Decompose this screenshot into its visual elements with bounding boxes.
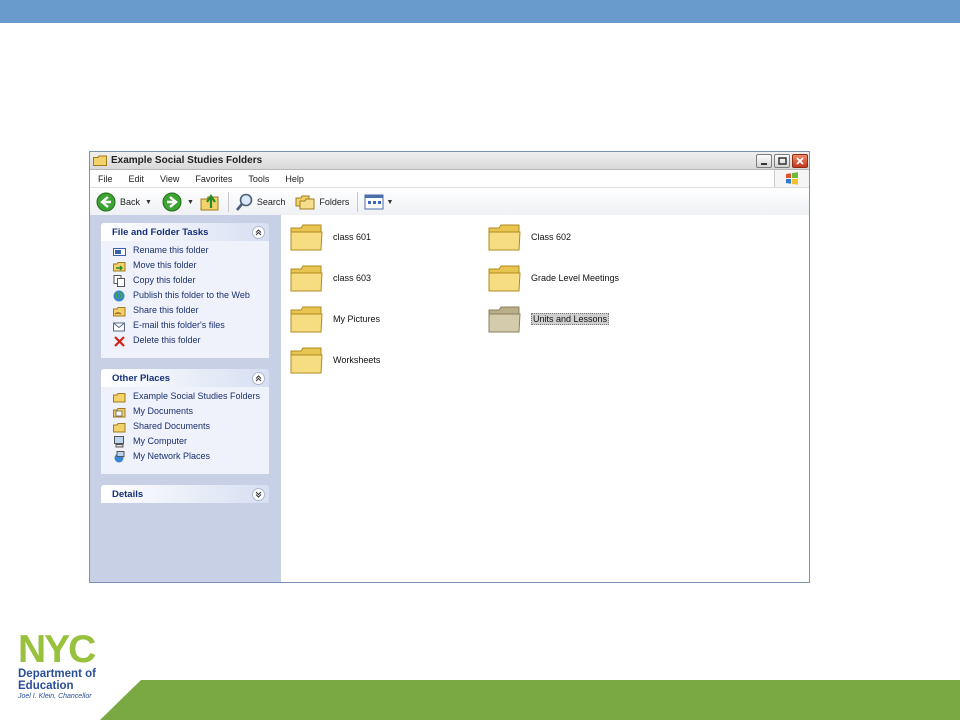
menu-bar: File Edit View Favorites Tools Help — [90, 170, 809, 188]
menu-help[interactable]: Help — [277, 174, 312, 184]
minimize-icon — [761, 162, 767, 165]
forward-button[interactable]: ▼ — [162, 192, 194, 212]
folder-icon — [290, 224, 323, 251]
other-places-panel: Other Places Example Social Studies Fold… — [101, 369, 269, 474]
folder-icon — [488, 224, 521, 251]
folder-icon — [290, 347, 323, 374]
panel-header[interactable]: Details — [101, 485, 269, 503]
toolbar-separator — [357, 192, 359, 212]
close-icon — [796, 156, 804, 165]
task-publish-folder[interactable]: Publish this folder to the Web — [112, 290, 263, 302]
up-button[interactable] — [200, 193, 220, 211]
network-icon — [112, 451, 126, 463]
folder-up-icon — [200, 194, 219, 211]
folder-view: class 601 Class 602 class 603 Grade Leve… — [281, 215, 809, 582]
toolbar-separator — [227, 192, 229, 212]
share-icon — [112, 305, 126, 317]
place-my-computer[interactable]: My Computer — [112, 436, 263, 448]
folder-icon — [290, 265, 323, 292]
my-documents-icon — [112, 406, 126, 418]
logo-mark: NYC — [18, 628, 96, 671]
panel-header[interactable]: File and Folder Tasks — [101, 223, 269, 241]
toolbar: Back ▼ ▼ Search Folders ▼ — [90, 188, 809, 217]
menu-favorites[interactable]: Favorites — [187, 174, 240, 184]
task-share-folder[interactable]: Share this folder — [112, 305, 263, 317]
folder-item[interactable]: Grade Level Meetings — [488, 264, 619, 292]
views-button[interactable]: ▼ — [364, 194, 393, 210]
folder-icon — [290, 306, 323, 333]
windows-logo-icon — [774, 170, 809, 187]
minimize-button[interactable] — [756, 153, 772, 168]
title-bar[interactable]: Example Social Studies Folders — [90, 152, 809, 170]
task-rename-folder[interactable]: Rename this folder — [112, 245, 263, 257]
explorer-window: Example Social Studies Folders File Edit… — [89, 151, 810, 583]
collapse-chevron-icon[interactable] — [252, 371, 265, 385]
computer-icon — [112, 436, 126, 448]
copy-icon — [112, 275, 126, 287]
views-dropdown-icon[interactable]: ▼ — [386, 199, 393, 206]
folders-icon — [295, 195, 315, 210]
panel-title: File and Folder Tasks — [112, 226, 209, 238]
menu-file[interactable]: File — [90, 174, 121, 184]
back-button[interactable]: Back ▼ — [96, 192, 152, 212]
search-icon — [235, 193, 253, 211]
folder-item-selected[interactable]: Units and Lessons — [488, 305, 610, 333]
menu-tools[interactable]: Tools — [240, 174, 277, 184]
task-delete-folder[interactable]: Delete this folder — [112, 335, 263, 347]
folder-icon — [488, 306, 521, 333]
maximize-button[interactable] — [774, 153, 790, 168]
forward-arrow-icon — [162, 192, 182, 212]
menu-view[interactable]: View — [152, 174, 187, 184]
panel-title: Details — [112, 488, 144, 500]
file-folder-tasks-panel: File and Folder Tasks Rename this folder… — [101, 223, 269, 358]
folder-icon — [93, 155, 107, 166]
folder-item[interactable]: Worksheets — [290, 346, 380, 374]
place-my-network-places[interactable]: My Network Places — [112, 451, 263, 463]
place-shared-documents[interactable]: Shared Documents — [112, 421, 263, 433]
window-title: Example Social Studies Folders — [111, 155, 263, 166]
close-button[interactable] — [792, 153, 808, 168]
maximize-icon — [777, 156, 787, 165]
task-move-folder[interactable]: Move this folder — [112, 260, 263, 272]
forward-dropdown-icon[interactable]: ▼ — [187, 199, 194, 206]
folders-button[interactable]: Folders — [295, 194, 349, 210]
back-arrow-icon — [96, 192, 116, 212]
back-label: Back — [120, 197, 141, 207]
folder-item[interactable]: class 601 — [290, 223, 371, 251]
collapse-chevron-icon[interactable] — [252, 225, 265, 239]
back-dropdown-icon[interactable]: ▼ — [145, 199, 152, 206]
folder-item[interactable]: class 603 — [290, 264, 371, 292]
move-icon — [112, 260, 126, 272]
folder-item[interactable]: Class 602 — [488, 223, 571, 251]
details-panel: Details — [101, 485, 269, 503]
globe-icon — [112, 290, 126, 302]
delete-icon — [112, 335, 126, 347]
place-example-social-studies[interactable]: Example Social Studies Folders — [112, 391, 263, 403]
folder-icon — [112, 421, 126, 433]
panel-title: Other Places — [112, 372, 171, 384]
task-copy-folder[interactable]: Copy this folder — [112, 275, 263, 287]
menu-edit[interactable]: Edit — [121, 174, 153, 184]
task-pane: File and Folder Tasks Rename this folder… — [90, 215, 281, 582]
views-icon — [364, 194, 384, 210]
task-email-files[interactable]: E-mail this folder's files — [112, 320, 263, 332]
folders-label: Folders — [319, 197, 350, 207]
top-banner — [0, 0, 960, 23]
rename-icon — [112, 245, 126, 257]
folder-icon — [488, 265, 521, 292]
folder-icon — [112, 391, 126, 403]
place-my-documents[interactable]: My Documents — [112, 406, 263, 418]
search-button[interactable]: Search — [235, 193, 286, 212]
folder-item[interactable]: My Pictures — [290, 305, 380, 333]
logo-line-1: Department of — [18, 668, 96, 680]
search-label: Search — [256, 197, 286, 207]
expand-chevron-icon[interactable] — [252, 487, 265, 501]
email-icon — [112, 320, 126, 332]
bottom-banner — [100, 680, 960, 720]
panel-header[interactable]: Other Places — [101, 369, 269, 387]
